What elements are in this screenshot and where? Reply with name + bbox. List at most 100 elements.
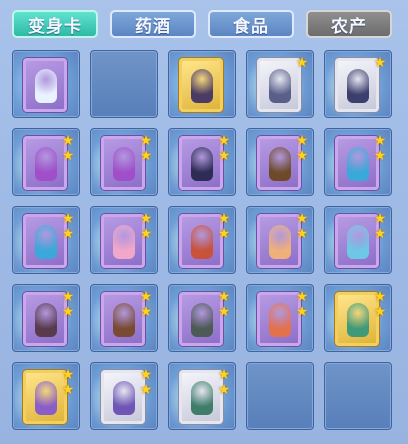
- card-figure-icon: [191, 381, 213, 415]
- star-icon: ★: [61, 304, 75, 320]
- star-icon: ★: [139, 382, 153, 398]
- inventory-slot-card[interactable]: ★ ★: [324, 206, 392, 274]
- inventory-slot-card[interactable]: ★ ★: [12, 128, 80, 196]
- inventory-slot-card[interactable]: ★ ★: [246, 206, 314, 274]
- card-figure-icon: [347, 225, 369, 259]
- star-icon: ★: [295, 55, 309, 71]
- inventory-slot-card[interactable]: ★ ★: [168, 362, 236, 430]
- star-icon: ★: [373, 304, 387, 320]
- star-rating: ★ ★: [295, 290, 309, 320]
- card-figure-icon: [191, 69, 213, 103]
- transform-card-dark-warrior: [179, 58, 223, 112]
- star-icon: ★: [373, 55, 387, 71]
- star-rating: ★ ★: [61, 290, 75, 320]
- star-rating: ★ ★: [139, 290, 153, 320]
- card-figure-icon: [35, 303, 57, 337]
- inventory-slot-card[interactable]: ★: [324, 50, 392, 118]
- star-rating: ★: [373, 56, 387, 71]
- star-icon: ★: [61, 133, 75, 149]
- star-icon: ★: [295, 133, 309, 149]
- star-icon: ★: [139, 289, 153, 305]
- card-figure-icon: [113, 381, 135, 415]
- card-figure-icon: [113, 225, 135, 259]
- card-figure-icon: [113, 303, 135, 337]
- inventory-slot-card[interactable]: ★ ★: [168, 128, 236, 196]
- star-rating: ★ ★: [61, 368, 75, 398]
- star-rating: ★ ★: [217, 368, 231, 398]
- inventory-slot-card[interactable]: ★ ★: [168, 284, 236, 352]
- star-rating: ★ ★: [61, 212, 75, 242]
- star-rating: ★ ★: [373, 290, 387, 320]
- inventory-slot-card[interactable]: ★ ★: [90, 284, 158, 352]
- star-icon: ★: [139, 226, 153, 242]
- inventory-slot-card[interactable]: ★ ★: [12, 362, 80, 430]
- tab-food[interactable]: 食品: [208, 10, 294, 38]
- star-icon: ★: [139, 133, 153, 149]
- inventory-slot-card[interactable]: ★ ★: [246, 284, 314, 352]
- star-icon: ★: [373, 133, 387, 149]
- star-rating: ★ ★: [217, 290, 231, 320]
- tab-farm-produce[interactable]: 农产: [306, 10, 392, 38]
- star-icon: ★: [373, 226, 387, 242]
- star-icon: ★: [61, 226, 75, 242]
- card-figure-icon: [35, 381, 57, 415]
- card-figure-icon: [347, 69, 369, 103]
- star-icon: ★: [373, 211, 387, 227]
- card-figure-icon: [269, 225, 291, 259]
- star-icon: ★: [217, 226, 231, 242]
- star-rating: ★ ★: [373, 134, 387, 164]
- inventory-slot-card[interactable]: [168, 50, 236, 118]
- transform-card-white-rabbit: [23, 58, 67, 112]
- inventory-slot-empty[interactable]: [90, 50, 158, 118]
- star-icon: ★: [373, 148, 387, 164]
- star-rating: ★ ★: [61, 134, 75, 164]
- card-figure-icon: [191, 147, 213, 181]
- card-figure-icon: [269, 147, 291, 181]
- inventory-slot-card[interactable]: ★ ★: [90, 362, 158, 430]
- star-icon: ★: [295, 148, 309, 164]
- star-icon: ★: [139, 211, 153, 227]
- star-icon: ★: [295, 289, 309, 305]
- inventory-slot-card[interactable]: ★ ★: [324, 128, 392, 196]
- inventory-slot-card[interactable]: ★ ★: [168, 206, 236, 274]
- card-figure-icon: [35, 69, 57, 103]
- star-icon: ★: [295, 226, 309, 242]
- category-tabs: 变身卡 药酒 食品 农产: [0, 0, 408, 46]
- card-figure-icon: [347, 147, 369, 181]
- inventory-slot-card[interactable]: ★ ★: [246, 128, 314, 196]
- card-figure-icon: [269, 69, 291, 103]
- star-icon: ★: [61, 211, 75, 227]
- inventory-slot-card[interactable]: [12, 50, 80, 118]
- inventory-slot-empty[interactable]: [246, 362, 314, 430]
- tab-medicine-wine[interactable]: 药酒: [110, 10, 196, 38]
- card-figure-icon: [113, 147, 135, 181]
- inventory-slot-card[interactable]: ★ ★: [12, 284, 80, 352]
- card-figure-icon: [35, 225, 57, 259]
- star-icon: ★: [217, 304, 231, 320]
- star-rating: ★: [295, 56, 309, 71]
- star-rating: ★ ★: [217, 134, 231, 164]
- star-icon: ★: [217, 148, 231, 164]
- card-figure-icon: [191, 225, 213, 259]
- inventory-slot-card[interactable]: ★ ★: [12, 206, 80, 274]
- inventory-slot-card[interactable]: ★ ★: [324, 284, 392, 352]
- inventory-slot-card[interactable]: ★ ★: [90, 206, 158, 274]
- star-icon: ★: [61, 289, 75, 305]
- inventory-slot-empty[interactable]: [324, 362, 392, 430]
- star-icon: ★: [217, 133, 231, 149]
- tab-transform-card[interactable]: 变身卡: [12, 10, 98, 38]
- inventory-slot-card[interactable]: ★ ★: [90, 128, 158, 196]
- star-icon: ★: [139, 304, 153, 320]
- star-rating: ★ ★: [139, 368, 153, 398]
- star-icon: ★: [61, 148, 75, 164]
- inventory-grid: ★ ★ ★ ★ ★ ★ ★ ★ ★ ★ ★ ★ ★ ★ ★ ★ ★ ★ ★ ★ ★ ★ ★ ★ ★ ★ ★ ★ ★ ★ ★ ★ ★ ★ ★ ★ ★ ★: [0, 46, 408, 444]
- card-figure-icon: [35, 147, 57, 181]
- star-icon: ★: [217, 211, 231, 227]
- star-rating: ★ ★: [295, 134, 309, 164]
- star-icon: ★: [295, 304, 309, 320]
- star-rating: ★ ★: [295, 212, 309, 242]
- star-rating: ★ ★: [217, 212, 231, 242]
- star-icon: ★: [61, 382, 75, 398]
- inventory-slot-card[interactable]: ★: [246, 50, 314, 118]
- star-icon: ★: [217, 367, 231, 383]
